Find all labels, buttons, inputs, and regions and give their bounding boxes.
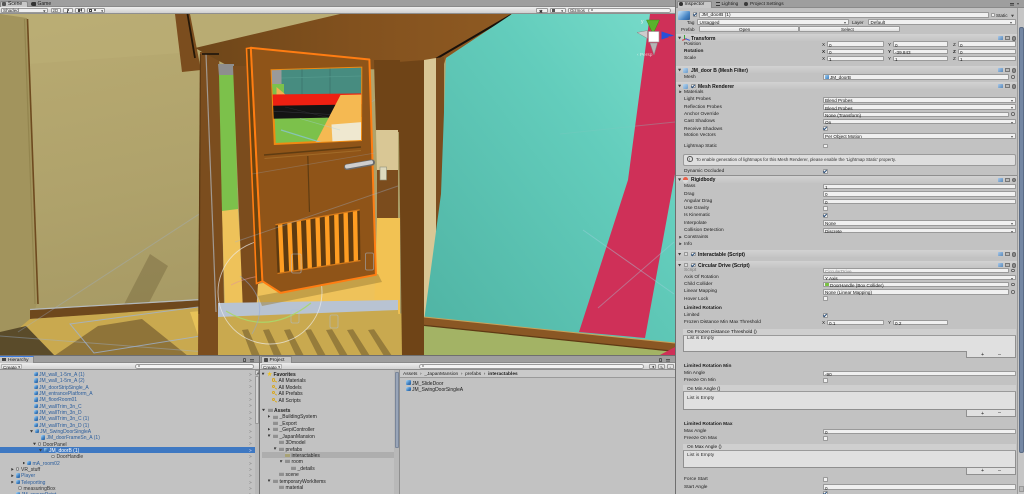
svg-text:‹ Persp: ‹ Persp bbox=[637, 52, 653, 58]
